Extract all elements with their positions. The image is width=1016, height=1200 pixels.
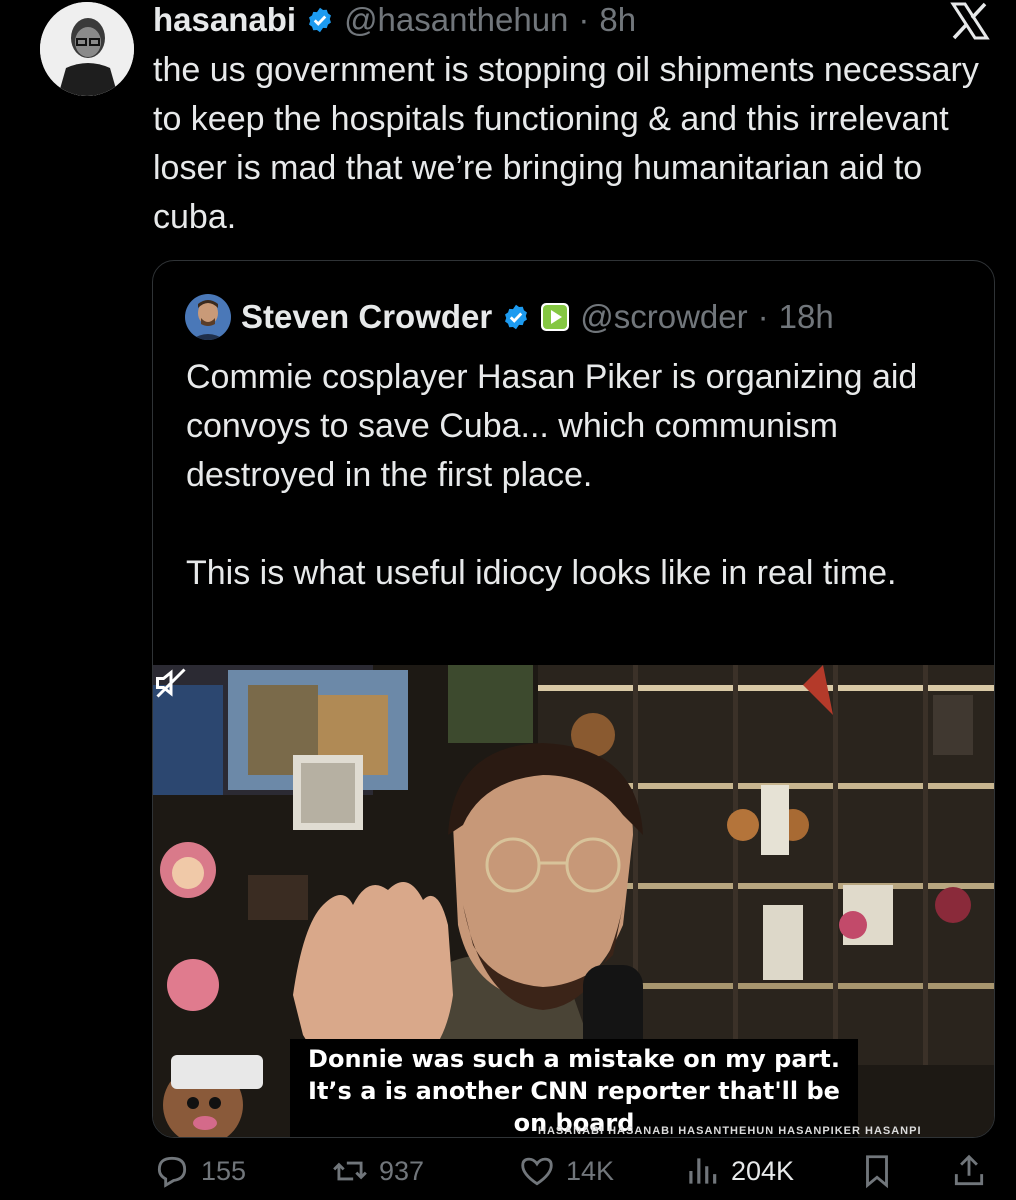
reply-count: 155 <box>201 1155 247 1186</box>
share-icon <box>954 1154 984 1186</box>
tweet-time[interactable]: 8h <box>599 1 636 39</box>
views-button[interactable]: 204K <box>683 1152 794 1190</box>
quoted-tweet-time[interactable]: 18h <box>779 298 834 336</box>
repost-button[interactable]: 937 <box>331 1152 424 1190</box>
quoted-author-avatar[interactable] <box>185 294 231 340</box>
like-button[interactable]: 14K <box>518 1152 614 1190</box>
quoted-tweet[interactable]: Steven Crowder @scrowder · 18h Commie co… <box>152 260 995 1138</box>
verified-badge-icon <box>505 304 528 330</box>
repost-icon <box>333 1161 367 1181</box>
author-name[interactable]: hasanabi <box>153 1 296 39</box>
quoted-author-name[interactable]: Steven Crowder <box>241 298 492 336</box>
like-count: 14K <box>566 1155 615 1186</box>
video-watermark: HASANABI HASANABI HASANTHEHUN HASANPIKER… <box>538 1125 922 1137</box>
views-count: 204K <box>731 1155 795 1186</box>
bookmark-icon <box>866 1155 888 1189</box>
author-handle[interactable]: @hasanthehun <box>344 1 568 39</box>
tweet-action-bar: 155 937 14K 204K <box>153 1152 993 1200</box>
header-separator: · <box>578 1 590 38</box>
author-avatar[interactable] <box>40 2 134 96</box>
share-button[interactable] <box>950 1152 988 1190</box>
verified-badge-icon <box>309 7 332 33</box>
heart-icon <box>521 1157 553 1186</box>
bookmark-button[interactable] <box>858 1152 896 1190</box>
quoted-video[interactable]: Donnie was such a mistake on my part. It… <box>153 665 994 1137</box>
overlay-label-box <box>171 1055 263 1089</box>
mute-icon[interactable] <box>153 665 189 701</box>
quoted-tweet-text: Commie cosplayer Hasan Piker is organizi… <box>186 358 918 592</box>
reply-icon <box>157 1156 187 1188</box>
tweet-text: the us government is stopping oil shipme… <box>153 51 979 236</box>
video-caption: Donnie was such a mistake on my part. It… <box>290 1039 858 1137</box>
x-logo-icon <box>950 2 990 40</box>
rumble-icon <box>541 303 570 331</box>
reply-button[interactable]: 155 <box>153 1152 246 1190</box>
tweet-header: hasanabi @hasanthehun · 8h <box>153 0 636 42</box>
quoted-header-separator: · <box>757 298 769 335</box>
quoted-tweet-header: Steven Crowder @scrowder · 18h <box>185 294 834 340</box>
quoted-author-handle[interactable]: @scrowder <box>580 298 747 336</box>
views-icon <box>689 1158 717 1184</box>
repost-count: 937 <box>379 1155 425 1186</box>
